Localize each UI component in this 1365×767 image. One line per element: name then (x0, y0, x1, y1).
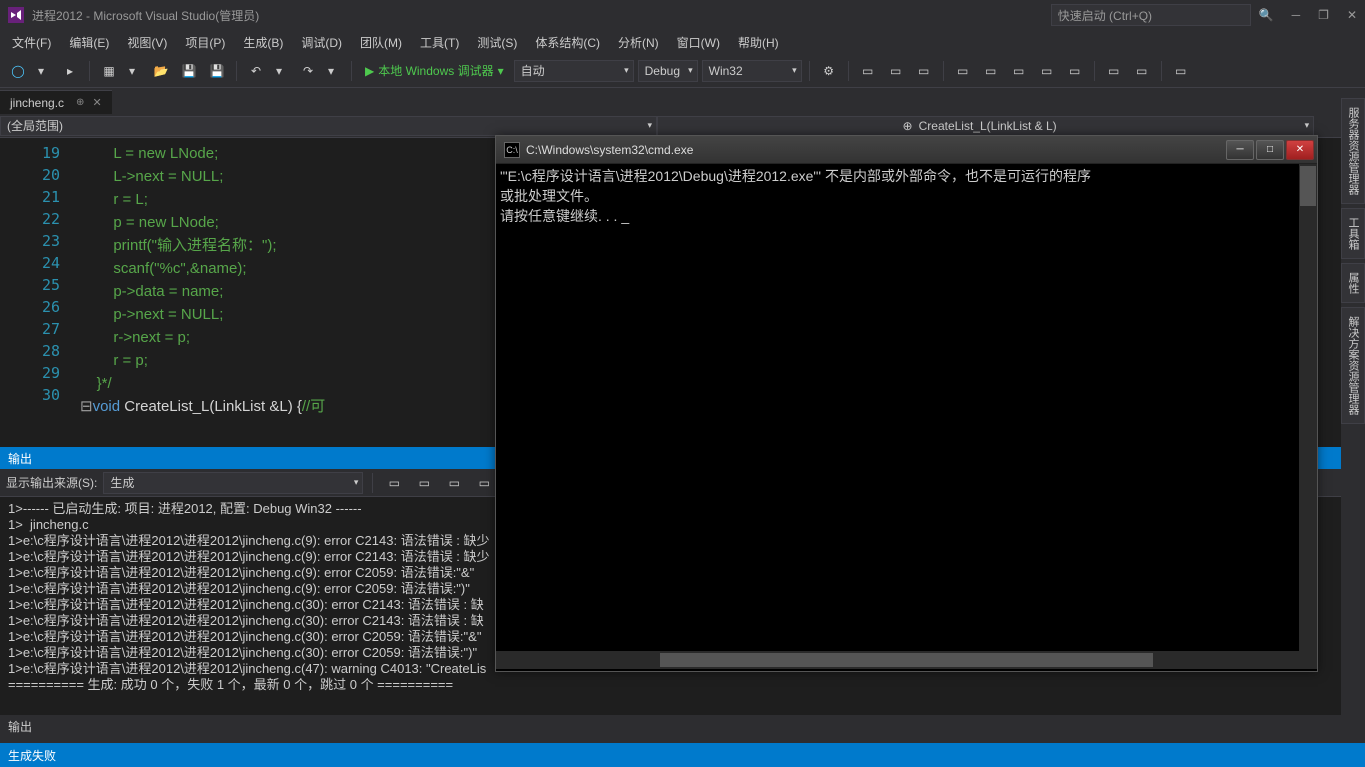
minimize-icon[interactable]: ─ (1292, 8, 1301, 22)
side-tab-props[interactable]: 属性 (1341, 263, 1365, 303)
nav-fwd-icon[interactable]: ▸ (58, 59, 82, 83)
menu-bar: 文件(F) 编辑(E) 视图(V) 项目(P) 生成(B) 调试(D) 团队(M… (0, 30, 1365, 54)
cmd-title: C:\Windows\system32\cmd.exe (526, 143, 1225, 157)
vs-logo-icon (8, 7, 24, 23)
menu-debug[interactable]: 调试(D) (293, 32, 350, 53)
save-icon[interactable]: 💾 (177, 59, 201, 83)
out-icon-1[interactable]: ▭ (382, 471, 406, 495)
side-tab-solution[interactable]: 解决方案资源管理器 (1341, 307, 1365, 424)
cmd-close-button[interactable]: ✕ (1286, 140, 1314, 160)
maximize-icon[interactable]: ❐ (1318, 8, 1329, 22)
close-icon[interactable]: ✕ (1347, 8, 1357, 22)
function-combo[interactable]: ⊕ CreateList_L(LinkList & L) (657, 116, 1314, 136)
save-all-icon[interactable]: 💾 (205, 59, 229, 83)
menu-project[interactable]: 项目(P) (177, 32, 233, 53)
cmd-maximize-button[interactable]: □ (1256, 140, 1284, 160)
out-icon-4[interactable]: ▭ (472, 471, 496, 495)
quick-launch-input[interactable]: 快速启动 (Ctrl+Q) (1051, 4, 1251, 26)
title-bar: 进程2012 - Microsoft Visual Studio(管理员) 快速… (0, 0, 1365, 30)
pin-icon[interactable]: ⊕ (76, 97, 84, 108)
search-icon[interactable]: 🔍 (1259, 8, 1274, 22)
tb-icon-9[interactable]: ▭ (1063, 59, 1087, 83)
menu-tools[interactable]: 工具(T) (412, 32, 467, 53)
out-icon-2[interactable]: ▭ (412, 471, 436, 495)
cmd-hscrollbar[interactable] (496, 651, 1317, 669)
menu-window[interactable]: 窗口(W) (669, 32, 728, 53)
scope-combo[interactable]: (全局范围) (0, 116, 657, 136)
config-platform-combo[interactable]: Win32 (702, 60, 802, 82)
new-drop[interactable]: ▾ (125, 59, 145, 83)
config-auto-combo[interactable]: 自动 (514, 60, 634, 82)
menu-view[interactable]: 视图(V) (119, 32, 175, 53)
menu-analyze[interactable]: 分析(N) (610, 32, 667, 53)
nav-back-drop[interactable]: ▾ (34, 59, 54, 83)
menu-arch[interactable]: 体系结构(C) (527, 32, 608, 53)
output-source-label: 显示输出来源(S): (6, 474, 97, 491)
menu-team[interactable]: 团队(M) (352, 32, 410, 53)
tab-row: jincheng.c ⊕ ✕ (0, 88, 1341, 114)
redo-drop[interactable]: ▾ (324, 59, 344, 83)
line-gutter: 192021222324252627282930 (0, 138, 70, 447)
status-text: 生成失败 (8, 747, 56, 764)
tab-close-icon[interactable]: ✕ (92, 96, 101, 109)
status-bar: 生成失败 (0, 743, 1365, 767)
undo-drop[interactable]: ▾ (272, 59, 292, 83)
cmd-body[interactable]: '"E:\c程序设计语言\进程2012\Debug\进程2012.exe"' 不… (496, 164, 1317, 651)
undo-icon[interactable]: ↶ (244, 59, 268, 83)
cmd-vscrollbar[interactable] (1299, 164, 1317, 651)
side-tab-server[interactable]: 服务器资源管理器 (1341, 98, 1365, 204)
output-tab[interactable]: 输出 (0, 715, 1341, 737)
config-debug-combo[interactable]: Debug (638, 60, 698, 82)
new-project-icon[interactable]: ▦ (97, 59, 121, 83)
window-title: 进程2012 - Microsoft Visual Studio(管理员) (32, 7, 1051, 24)
redo-icon[interactable]: ↷ (296, 59, 320, 83)
menu-build[interactable]: 生成(B) (235, 32, 291, 53)
start-debug-button[interactable]: ▶ 本地 Windows 调试器 ▾ (359, 62, 510, 79)
open-icon[interactable]: 📂 (149, 59, 173, 83)
tb-icon-11[interactable]: ▭ (1130, 59, 1154, 83)
file-tab-label: jincheng.c (10, 96, 64, 110)
file-tab-jincheng[interactable]: jincheng.c ⊕ ✕ (0, 90, 112, 114)
cmd-window[interactable]: C:\ C:\Windows\system32\cmd.exe ─ □ ✕ '"… (495, 135, 1318, 672)
side-tab-toolbox[interactable]: 工具箱 (1341, 208, 1365, 259)
tb-icon-1[interactable]: ⚙ (817, 59, 841, 83)
cmd-icon: C:\ (504, 142, 520, 158)
menu-test[interactable]: 测试(S) (469, 32, 525, 53)
tb-icon-3[interactable]: ▭ (884, 59, 908, 83)
side-panel-tabs: 服务器资源管理器 工具箱 属性 解决方案资源管理器 (1341, 88, 1365, 737)
out-icon-3[interactable]: ▭ (442, 471, 466, 495)
output-source-combo[interactable]: 生成 (103, 472, 363, 494)
menu-edit[interactable]: 编辑(E) (61, 32, 117, 53)
tb-icon-5[interactable]: ▭ (951, 59, 975, 83)
tb-icon-6[interactable]: ▭ (979, 59, 1003, 83)
tb-icon-4[interactable]: ▭ (912, 59, 936, 83)
toolbar: ◯ ▾ ▸ ▦ ▾ 📂 💾 💾 ↶ ▾ ↷ ▾ ▶ 本地 Windows 调试器… (0, 54, 1365, 88)
tb-icon-10[interactable]: ▭ (1102, 59, 1126, 83)
tb-icon-12[interactable]: ▭ (1169, 59, 1193, 83)
cmd-titlebar[interactable]: C:\ C:\Windows\system32\cmd.exe ─ □ ✕ (496, 136, 1317, 164)
menu-help[interactable]: 帮助(H) (730, 32, 787, 53)
menu-file[interactable]: 文件(F) (4, 32, 59, 53)
nav-back-icon[interactable]: ◯ (6, 59, 30, 83)
cmd-minimize-button[interactable]: ─ (1226, 140, 1254, 160)
tb-icon-2[interactable]: ▭ (856, 59, 880, 83)
tb-icon-7[interactable]: ▭ (1007, 59, 1031, 83)
tb-icon-8[interactable]: ▭ (1035, 59, 1059, 83)
